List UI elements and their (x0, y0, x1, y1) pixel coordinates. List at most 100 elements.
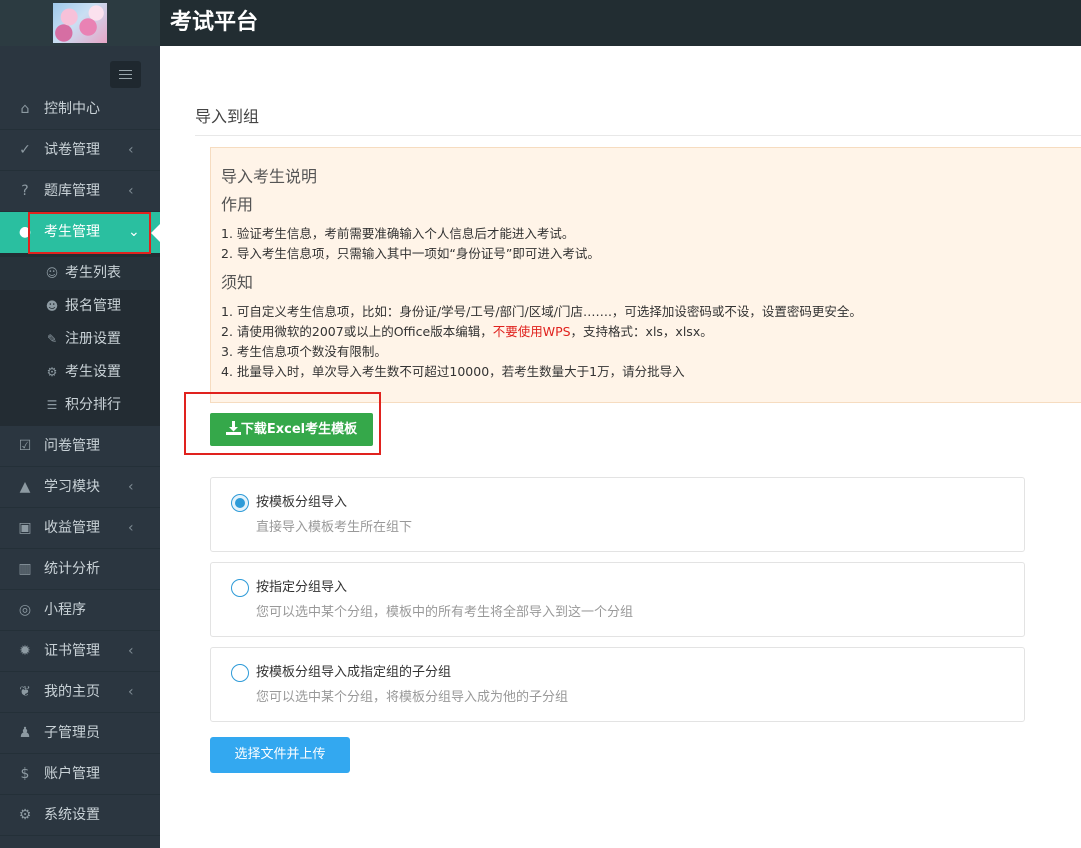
sidebar: ⌂ 控制中心 ✓ 试卷管理 ‹ ? 题库管理 ‹ ● 考生管理 ⌄ ☺ 考生列表 (0, 46, 160, 848)
submenu-item-label: 考生设置 (65, 364, 121, 380)
title-divider (195, 135, 1081, 136)
home-icon: ⌂ (20, 101, 30, 117)
logo-area (0, 0, 160, 46)
submenu-item-registration[interactable]: ☻ 报名管理 (0, 290, 160, 323)
chevron-left-icon: ‹ (128, 643, 134, 659)
sidebar-item-label: 系统设置 (44, 807, 100, 823)
submenu-item-label: 积分排行 (65, 397, 121, 413)
leaf-icon: ❦ (19, 684, 31, 700)
notice-line-text: 2. 请使用微软的2007或以上的Office版本编辑， (221, 324, 493, 339)
active-indicator (151, 224, 160, 242)
top-header: 考试平台 (0, 0, 1081, 46)
sidebar-item-label: 统计分析 (44, 561, 100, 577)
sidebar-item-label: 学习模块 (44, 479, 100, 495)
bar-chart-icon: ▥ (18, 561, 32, 577)
notice-section-title: 作用 (221, 195, 254, 214)
sidebar-item-label: 题库管理 (44, 183, 100, 199)
sidebar-item-question-bank[interactable]: ? 题库管理 ‹ (0, 171, 160, 212)
notice-line: 2. 导入考生信息项，只需输入其中一项如“身份证号”即可进入考试。 (221, 246, 600, 261)
radio-by-specified-group[interactable] (231, 579, 249, 597)
option-label: 按模板分组导入成指定组的子分组 (256, 665, 452, 680)
list-icon: ☰ (46, 398, 58, 412)
sidebar-item-revenue[interactable]: ▣ 收益管理 ‹ (0, 508, 160, 549)
import-option-as-subgroups[interactable]: 按模板分组导入成指定组的子分组 您可以选中某个分组，将模板分组导入成为他的子分组 (210, 647, 1025, 722)
notice-line: 1. 可自定义考生信息项，比如：身份证/学号/工号/部门/区域/门店…….，可选… (221, 304, 862, 319)
notice-line: 2. 请使用微软的2007或以上的Office版本编辑，不要使用WPS，支持格式… (221, 323, 713, 341)
notice-heading: 导入考生说明 (221, 167, 318, 186)
sidebar-item-learning[interactable]: ▲ 学习模块 ‹ (0, 467, 160, 508)
sidebar-item-label: 问卷管理 (44, 438, 100, 454)
sidebar-item-system-settings[interactable]: ⚙ 系统设置 (0, 795, 160, 836)
chevron-left-icon: ‹ (128, 684, 134, 700)
radio-by-template-group[interactable] (231, 494, 249, 512)
notice-line: 3. 考生信息项个数没有限制。 (221, 344, 387, 359)
sidebar-item-surveys[interactable]: ☑ 问卷管理 (0, 426, 160, 467)
graduation-cap-icon: ▲ (19, 479, 31, 495)
notice-line: 4. 批量导入时，单次导入考生数不可超过10000，若考生数量大于1万，请分批导… (221, 364, 685, 379)
sidebar-item-label: 试卷管理 (44, 142, 100, 158)
sidebar-item-label: 小程序 (44, 602, 86, 618)
option-label: 按模板分组导入 (256, 495, 348, 510)
download-template-label: 下载Excel考生模板 (240, 422, 358, 437)
check-circle-icon: ✓ (19, 142, 31, 158)
sidebar-item-label: 账户管理 (44, 766, 100, 782)
option-description: 您可以选中某个分组，将模板分组导入成为他的子分组 (256, 690, 569, 705)
sidebar-item-examinees[interactable]: ● 考生管理 ⌄ (0, 212, 160, 254)
sidebar-item-label: 证书管理 (44, 643, 100, 659)
submenu-item-label: 报名管理 (65, 298, 121, 314)
notice-section-title: 须知 (221, 273, 254, 292)
sidebar-item-sub-admins[interactable]: ♟ 子管理员 (0, 713, 160, 754)
page-title: 导入到组 (195, 107, 260, 126)
submenu-item-points-ranking[interactable]: ☰ 积分排行 (0, 389, 160, 422)
upload-file-button[interactable]: 选择文件并上传 (210, 737, 350, 773)
main-content: 导入到组 导入考生说明 作用 1. 验证考生信息，考前需要准确输入个人信息后才能… (160, 46, 1081, 848)
sidebar-item-label: 我的主页 (44, 684, 100, 700)
import-option-by-template-group[interactable]: 按模板分组导入 直接导入模板考生所在组下 (210, 477, 1025, 552)
examinee-submenu: ☺ 考生列表 ☻ 报名管理 ✎ 注册设置 ⚙ 考生设置 ☰ 积分排行 (0, 253, 160, 426)
dollar-icon: $ (20, 766, 30, 782)
user-plus-icon: ☻ (45, 299, 59, 313)
sidebar-item-label: 收益管理 (44, 520, 100, 536)
submenu-item-label: 注册设置 (65, 331, 121, 347)
import-option-by-specified-group[interactable]: 按指定分组导入 您可以选中某个分组，模板中的所有考生将全部导入到这一个分组 (210, 562, 1025, 637)
sidebar-item-papers[interactable]: ✓ 试卷管理 ‹ (0, 130, 160, 171)
chevron-left-icon: ‹ (128, 520, 134, 536)
sidebar-item-certificates[interactable]: ✹ 证书管理 ‹ (0, 631, 160, 672)
submenu-item-label: 考生列表 (65, 265, 121, 281)
app-title: 考试平台 (170, 10, 259, 35)
notice-line-text: ，支持格式：xls，xlsx。 (570, 324, 713, 339)
sidebar-item-statistics[interactable]: ▥ 统计分析 (0, 549, 160, 590)
sidebar-menu: ⌂ 控制中心 ✓ 试卷管理 ‹ ? 题库管理 ‹ ● 考生管理 ⌄ ☺ 考生列表 (0, 89, 160, 836)
users-icon: ☺ (45, 266, 59, 280)
sidebar-item-account[interactable]: $ 账户管理 (0, 754, 160, 795)
wrench-icon: ✎ (46, 332, 58, 346)
checkbox-icon: ☑ (18, 438, 32, 454)
highlight-box-menu (28, 212, 151, 254)
download-template-button[interactable]: 下载Excel考生模板 (210, 413, 373, 446)
certificate-icon: ✹ (19, 643, 31, 659)
radio-as-subgroups[interactable] (231, 664, 249, 682)
submenu-item-examinee-settings[interactable]: ⚙ 考生设置 (0, 356, 160, 389)
option-description: 您可以选中某个分组，模板中的所有考生将全部导入到这一个分组 (256, 605, 634, 620)
user-secret-icon: ♟ (18, 725, 32, 741)
gear-icon: ⚙ (18, 807, 32, 823)
import-instructions-panel: 导入考生说明 作用 1. 验证考生信息，考前需要准确输入个人信息后才能进入考试。… (210, 147, 1081, 403)
hamburger-icon[interactable] (110, 61, 141, 88)
download-icon (225, 421, 241, 435)
notice-line: 1. 验证考生信息，考前需要准确输入个人信息后才能进入考试。 (221, 226, 575, 241)
sidebar-item-label: 控制中心 (44, 101, 100, 117)
sidebar-item-dashboard[interactable]: ⌂ 控制中心 (0, 89, 160, 130)
sidebar-item-label: 子管理员 (44, 725, 100, 741)
wechat-icon: ◎ (18, 602, 32, 618)
cog-icon: ⚙ (46, 365, 58, 379)
flower-logo-icon[interactable] (53, 3, 107, 43)
sidebar-item-homepage[interactable]: ❦ 我的主页 ‹ (0, 672, 160, 713)
money-icon: ▣ (18, 520, 32, 536)
chevron-left-icon: ‹ (128, 183, 134, 199)
chevron-left-icon: ‹ (128, 142, 134, 158)
option-description: 直接导入模板考生所在组下 (256, 520, 413, 535)
submenu-item-examinee-list[interactable]: ☺ 考生列表 (0, 257, 160, 290)
sidebar-item-mini-program[interactable]: ◎ 小程序 (0, 590, 160, 631)
submenu-item-signup-settings[interactable]: ✎ 注册设置 (0, 323, 160, 356)
wps-warning: 不要使用WPS (492, 324, 571, 339)
